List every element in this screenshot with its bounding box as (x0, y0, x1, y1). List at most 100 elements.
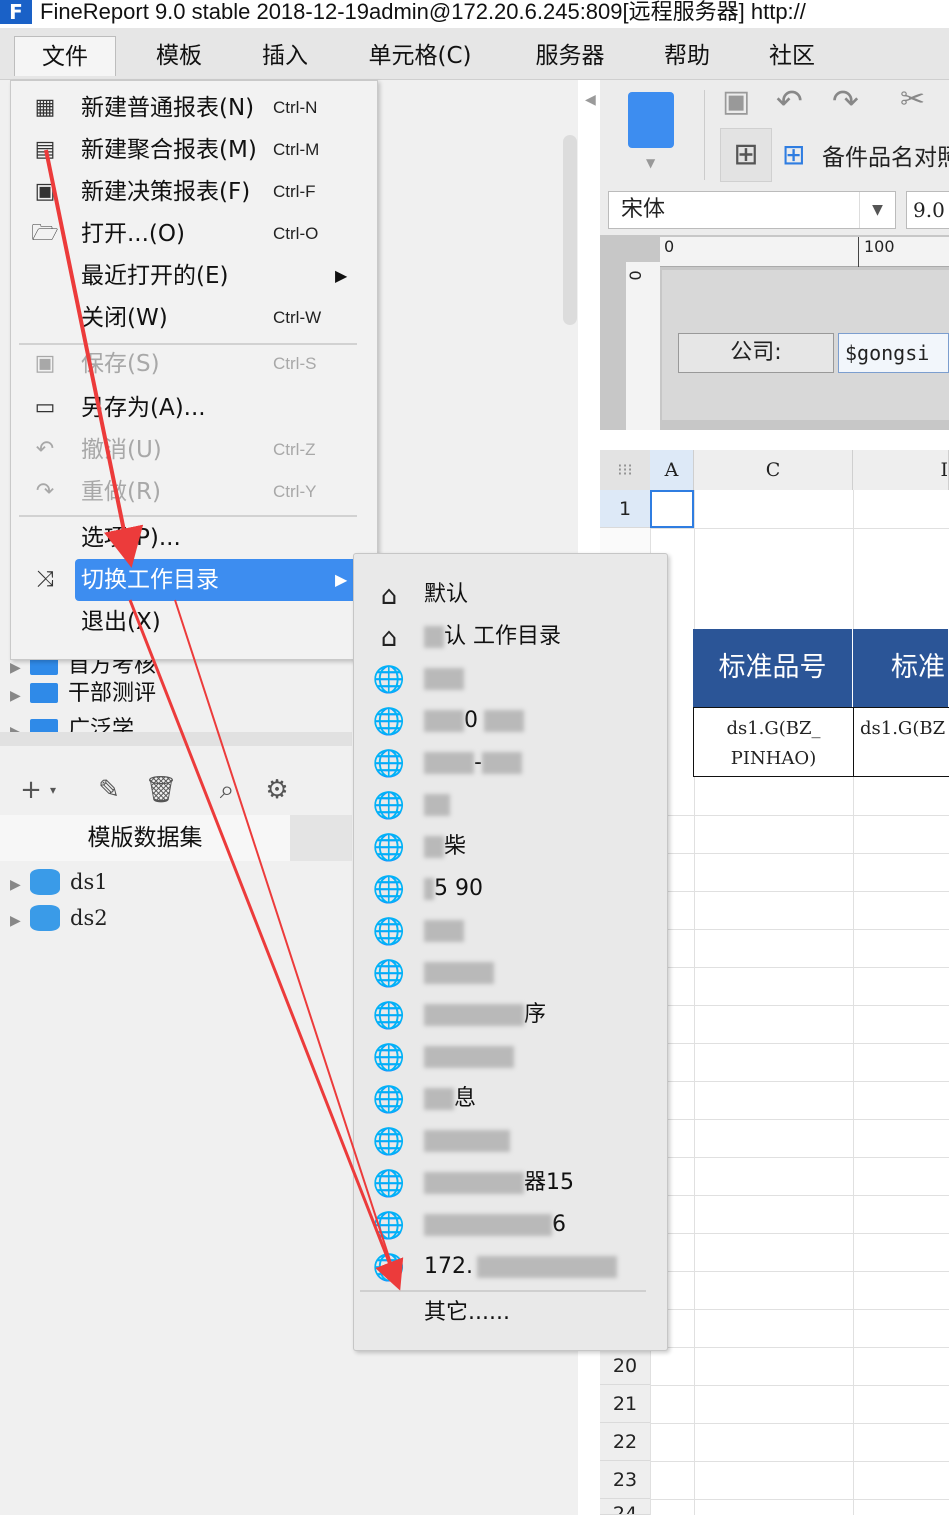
expand-arrow-icon[interactable]: ▶ (10, 903, 30, 939)
parameter-field[interactable]: $gongsi (838, 333, 949, 373)
workdir-item[interactable]: 🌐 (354, 910, 667, 952)
menu-item-new-aggregate-report[interactable]: ▤ 新建聚合报表(M) Ctrl-M (11, 129, 377, 171)
workdir-item[interactable]: 🌐 5 90 (354, 868, 667, 910)
left-scrollbar[interactable] (563, 135, 577, 325)
menu-item-redo[interactable]: ↷ 重做(R) Ctrl-Y (11, 471, 377, 513)
chevron-down-icon[interactable]: ▼ (646, 156, 655, 170)
workdir-item[interactable]: 🌐 (354, 658, 667, 700)
menu-help[interactable]: 帮助 (645, 36, 729, 76)
dataset-row[interactable]: ▶ ds2 (10, 900, 108, 936)
submenu-arrow-icon: ▶ (335, 266, 348, 285)
panel-splitter[interactable] (0, 732, 352, 746)
redo-icon[interactable]: ↷ (832, 82, 859, 120)
workdir-item[interactable]: 🌐 (354, 952, 667, 994)
workdir-item[interactable]: 🌐 息 (354, 1078, 667, 1120)
column-header[interactable]: I (853, 450, 949, 490)
globe-icon: 🌐 (372, 1085, 406, 1115)
menu-item-shortcut: Ctrl-M (273, 140, 320, 159)
menu-item-options[interactable]: 选项(P)... (11, 517, 377, 559)
workdir-item[interactable]: 🌐 柴 (354, 826, 667, 868)
template-tab-name[interactable]: 备件品名对照 (822, 138, 949, 172)
menu-community[interactable]: 社区 (750, 36, 834, 76)
grid-icon[interactable]: ⊞ (720, 128, 772, 182)
workdir-item[interactable]: 🌐 器15 (354, 1162, 667, 1204)
dataset-panel-tab[interactable] (290, 815, 352, 861)
chevron-down-icon[interactable]: ▾ (44, 773, 62, 807)
workdir-item[interactable]: 🌐 (354, 1036, 667, 1078)
workdir-item[interactable]: ⌂ 认 工作目录 (354, 616, 667, 658)
dataset-settings-icon[interactable]: ⚙ (260, 773, 294, 807)
dataset-row[interactable]: ▶ ds1 (10, 864, 108, 900)
workdir-other-item[interactable]: 其它...... (354, 1292, 667, 1334)
workdir-item[interactable]: ⌂ 默认 (354, 574, 667, 616)
expand-arrow-icon[interactable]: ▶ (10, 714, 30, 732)
menu-item-new-report[interactable]: ▦ 新建普通报表(N) Ctrl-N (11, 87, 377, 129)
workdir-item[interactable]: 🌐 (354, 1120, 667, 1162)
menu-item-open[interactable]: 🗁 打开...(O) Ctrl-O (11, 213, 377, 255)
expand-arrow-icon[interactable]: ▶ (10, 867, 30, 903)
column-header[interactable]: A (650, 450, 694, 490)
workdir-label: 序 (424, 994, 546, 1036)
menu-item-close[interactable]: 关闭(W) Ctrl-W (11, 297, 377, 339)
workdir-label (424, 658, 464, 700)
folder-open-icon: 🗁 (31, 221, 59, 246)
collapse-left-icon[interactable]: ◀ (585, 92, 597, 112)
parameter-label[interactable]: 公司: (678, 333, 834, 373)
delete-icon[interactable]: 🗑 (144, 773, 178, 807)
table-header-cell[interactable]: 标准品号 (693, 629, 853, 707)
file-menu: ▦ 新建普通报表(N) Ctrl-N ▤ 新建聚合报表(M) Ctrl-M ▣ … (10, 80, 378, 660)
grid-line (650, 1157, 949, 1158)
table-data-cell[interactable]: ds1.G(BZ_ PINHAO) (693, 707, 854, 777)
preview-template-icon[interactable] (628, 92, 674, 148)
row-header[interactable]: 22 (600, 1423, 650, 1461)
cut-icon[interactable]: ✂ (900, 82, 925, 117)
table-data-cell[interactable]: ds1.G(BZ (853, 707, 949, 777)
dataset-toolbar: + ▾ ✎ 🗑 ⌕ ⚙ (0, 765, 352, 815)
font-family-select[interactable]: 宋体 ▼ (608, 191, 896, 229)
workdir-item[interactable]: 🌐 0 (354, 700, 667, 742)
grid-corner-icon[interactable]: ⁝⁝⁝ (600, 450, 650, 490)
tree-item[interactable]: ▶ 广泛学 (10, 712, 134, 732)
workdir-item[interactable]: 🌐 172. (354, 1246, 667, 1288)
selected-cell[interactable] (650, 490, 694, 528)
save-icon[interactable]: ▣ (722, 84, 750, 119)
menu-server[interactable]: 服务器 (520, 36, 620, 76)
row-header[interactable]: 24 (600, 1499, 650, 1515)
workdir-label: 5 90 (424, 868, 483, 910)
menu-item-save-as[interactable]: ▭ 另存为(A)... (11, 387, 377, 429)
menu-item-new-decision-report[interactable]: ▣ 新建决策报表(F) Ctrl-F (11, 171, 377, 213)
edit-icon[interactable]: ✎ (92, 773, 126, 807)
dataset-panel-header[interactable]: 模版数据集 (0, 815, 290, 861)
dataset-name: ds2 (70, 906, 108, 930)
workdir-item[interactable]: 🌐 序 (354, 994, 667, 1036)
row-header[interactable]: 23 (600, 1461, 650, 1499)
column-header[interactable]: C (694, 450, 853, 490)
preview-icon[interactable]: ⌕ (210, 773, 244, 807)
menu-item-label: 新建决策报表(F) (81, 179, 251, 205)
workdir-item[interactable]: 🌐 (354, 784, 667, 826)
left-ruler: 0 (626, 262, 660, 430)
menu-item-save[interactable]: ▣ 保存(S) Ctrl-S (11, 343, 377, 385)
row-header[interactable]: 1 (600, 490, 650, 528)
redaction (424, 794, 450, 816)
font-size-input[interactable]: 9.0 (906, 191, 949, 229)
workdir-item[interactable]: 🌐 6 (354, 1204, 667, 1246)
undo-icon[interactable]: ↶ (776, 82, 803, 120)
menu-item-undo[interactable]: ↶ 撤消(U) Ctrl-Z (11, 429, 377, 471)
table-header-cell[interactable]: 标准 (853, 629, 949, 707)
menu-file[interactable]: 文件 (14, 36, 116, 76)
menu-item-switch-workdir[interactable]: ⤨ 切换工作目录 ▶ (11, 559, 377, 601)
menu-cell[interactable]: 单元格(C) (350, 36, 490, 76)
chevron-down-icon[interactable]: ▼ (859, 192, 895, 228)
grid-line (650, 1119, 949, 1120)
menu-item-exit[interactable]: 退出(X) (11, 601, 377, 643)
menu-item-recent[interactable]: 最近打开的(E) ▶ (11, 255, 377, 297)
menu-insert[interactable]: 插入 (240, 36, 330, 76)
row-header[interactable]: 20 (600, 1347, 650, 1385)
workdir-item[interactable]: 🌐 - (354, 742, 667, 784)
menu-template[interactable]: 模板 (134, 36, 224, 76)
add-dataset-icon[interactable]: + (14, 773, 48, 807)
tree-item[interactable]: ▶ 干部测评 (10, 676, 156, 712)
row-header[interactable]: 21 (600, 1385, 650, 1423)
expand-arrow-icon[interactable]: ▶ (10, 678, 30, 714)
